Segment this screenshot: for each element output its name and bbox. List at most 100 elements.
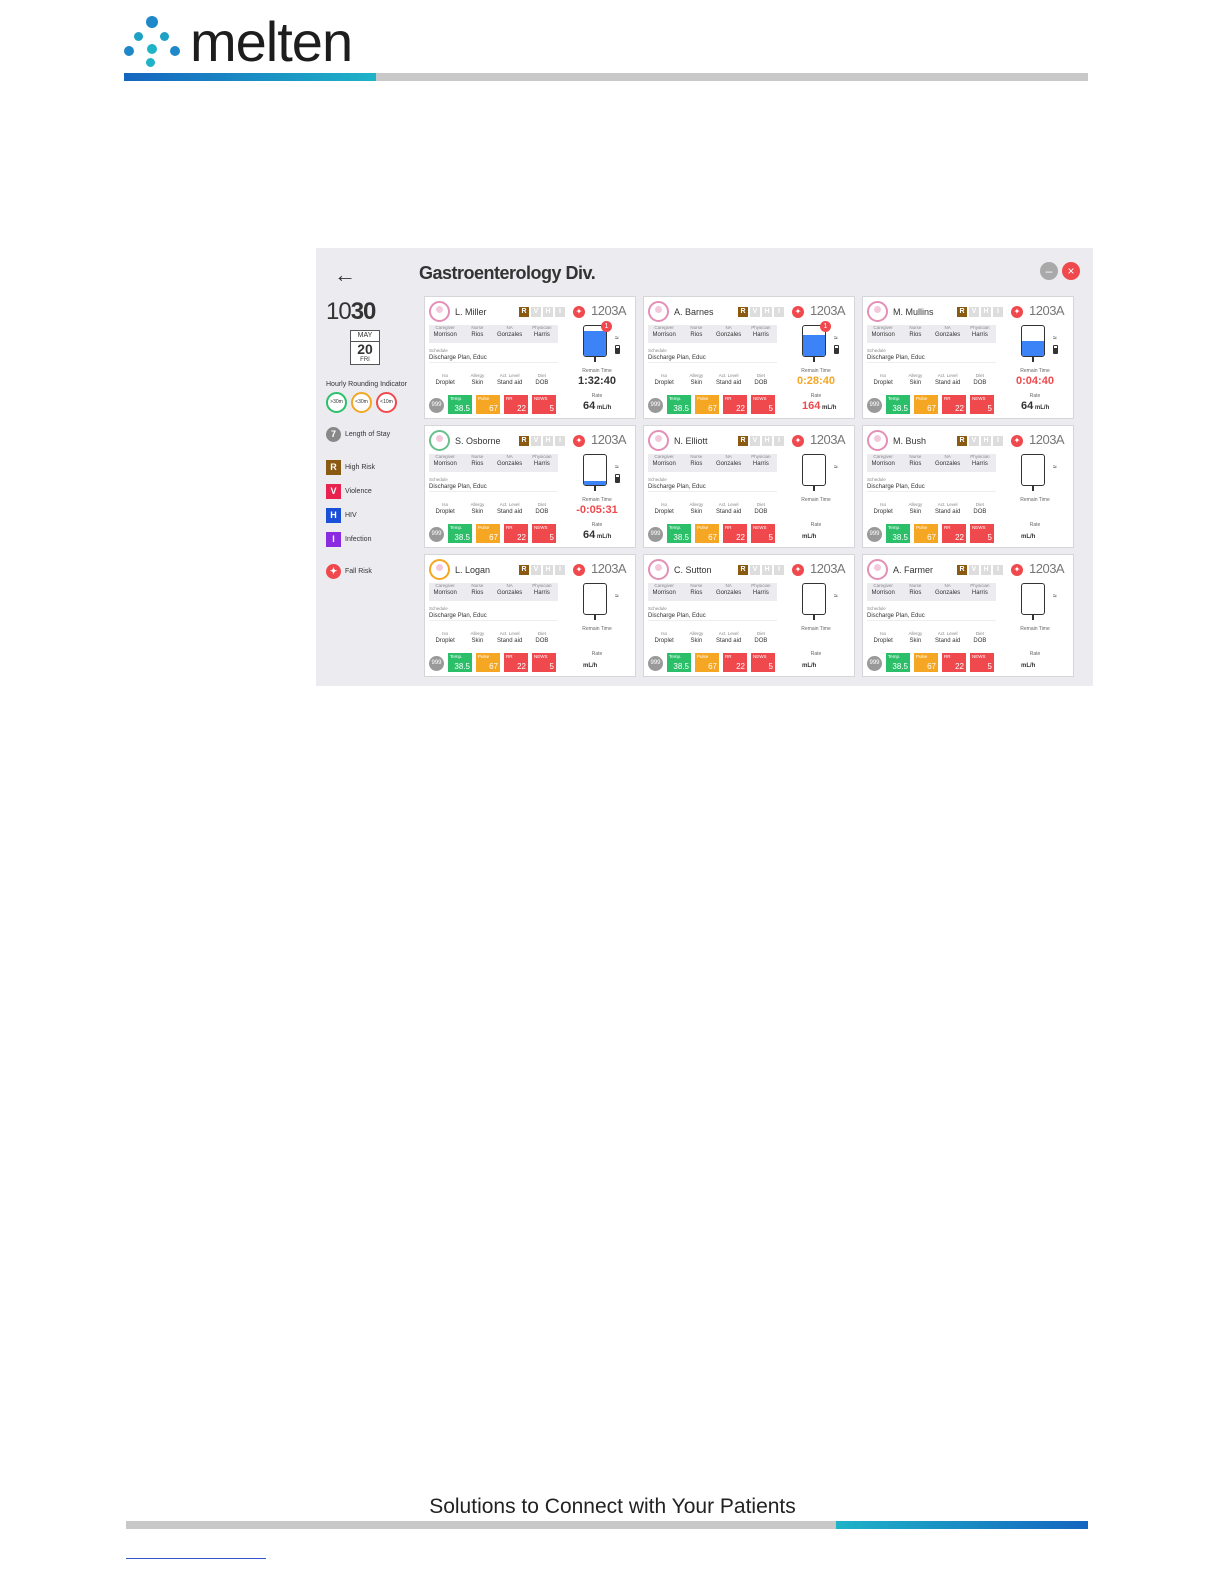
tag-hiv: H — [543, 307, 553, 317]
rate-value: 64 mL/h — [573, 529, 633, 541]
back-arrow-icon[interactable]: ← — [334, 262, 356, 288]
ring-green: >30m — [326, 392, 347, 413]
schedule-value: Discharge Plan, Educ — [648, 484, 706, 490]
pulse-box: Pulse 67 — [695, 653, 719, 672]
rate-value: 64 mL/h — [1011, 400, 1071, 412]
staff-row: Caregiver Morrison Nurse Rios NA Gonzales P… — [867, 583, 996, 601]
room-number: 1203A — [810, 432, 846, 447]
risk-tags: R V H I — [957, 565, 1003, 575]
rate-value: mL/h — [1011, 658, 1071, 670]
wifi-icon: ≈ — [1053, 335, 1057, 342]
act-value: Stand aid — [934, 638, 961, 644]
risk-tags: R V H I — [519, 565, 565, 575]
rr-label: RR — [944, 654, 951, 659]
news-label: NEWS — [753, 396, 767, 401]
patient-card[interactable]: M. Mullins R V H I ✦ 1203A Caregiver Morr… — [862, 296, 1074, 419]
rr-box: RR 22 — [504, 524, 528, 543]
temp-label: Temp. — [669, 396, 682, 401]
wifi-icon: ≈ — [834, 464, 838, 471]
schedule-value: Discharge Plan, Educ — [867, 613, 925, 619]
nurse-value: Rios — [690, 590, 703, 596]
remain-time-label: Remain Time — [801, 497, 831, 503]
legend-hiv: H HIV — [326, 508, 422, 523]
rr-value: 22 — [736, 662, 745, 671]
room-number: 1203A — [810, 303, 846, 318]
temp-label: Temp. — [888, 525, 901, 530]
rr-value: 22 — [736, 533, 745, 542]
vitals-row: 999 Temp. 38.5 Pulse 67 RR 22 NEWS 5 — [429, 395, 556, 414]
risk-tags: R V H I — [957, 307, 1003, 317]
temp-label: Temp. — [450, 396, 463, 401]
room-number: 1203A — [591, 303, 627, 318]
schedule: Schedule Discharge Plan, Educ — [867, 348, 996, 363]
legend-fall-risk: ✦ Fall Risk — [326, 564, 422, 579]
vitals-row: 999 Temp. 38.5 Pulse 67 RR 22 NEWS 5 — [648, 653, 775, 672]
news-value: 5 — [549, 404, 554, 413]
allergy-value: Skin — [471, 638, 484, 644]
battery-icon — [834, 345, 839, 354]
rate-value: mL/h — [792, 529, 852, 541]
temp-label: Temp. — [450, 654, 463, 659]
caregiver-value: Morrison — [433, 590, 457, 596]
close-button[interactable]: × — [1062, 262, 1080, 280]
act-value: Stand aid — [715, 509, 742, 515]
pulse-box: Pulse 67 — [914, 395, 938, 414]
na-value: Gonzales — [496, 590, 523, 596]
logo-text: melten — [190, 10, 353, 73]
patient-card[interactable]: A. Farmer R V H I ✦ 1203A Caregiver Morri… — [862, 554, 1074, 677]
minimize-button[interactable]: – — [1040, 262, 1058, 280]
schedule: Schedule Discharge Plan, Educ — [429, 348, 558, 363]
iv-bag-tip — [1032, 357, 1034, 362]
patient-card[interactable]: M. Bush R V H I ✦ 1203A Caregiver Morriso… — [862, 425, 1074, 548]
iso-value: Droplet — [873, 380, 893, 386]
iv-bag-tip — [594, 357, 596, 362]
pulse-label: Pulse — [478, 396, 490, 401]
calendar-weekday: FRI — [360, 357, 370, 363]
infection-icon: I — [326, 532, 341, 547]
risk-tags: R V H I — [738, 307, 784, 317]
rr-value: 22 — [517, 404, 526, 413]
remain-time-label: Remain Time — [582, 497, 612, 503]
ring-orange: <30m — [351, 392, 372, 413]
schedule: Schedule Discharge Plan, Educ — [867, 477, 996, 492]
iv-bag-icon — [1021, 325, 1045, 357]
los-badge: 999 — [648, 656, 663, 671]
allergy-value: Skin — [690, 638, 703, 644]
patient-card[interactable]: A. Barnes R V H I ✦ 1203A Caregiver Morri… — [643, 296, 855, 419]
schedule-value: Discharge Plan, Educ — [429, 613, 487, 619]
rr-label: RR — [944, 396, 951, 401]
iso-value: Droplet — [435, 638, 455, 644]
patient-card[interactable]: L. Logan R V H I ✦ 1203A Caregiver Morris… — [424, 554, 636, 677]
news-label: NEWS — [534, 396, 548, 401]
news-label: NEWS — [534, 525, 548, 530]
care-row: Iso Droplet Allergy Skin Act. Level Stand a… — [867, 502, 996, 516]
pulse-value: 67 — [489, 662, 498, 671]
hri-label: Hourly Rounding Indicator — [326, 381, 407, 388]
patient-card[interactable]: L. Miller R V H I ✦ 1203A Caregiver Morri… — [424, 296, 636, 419]
temp-box: Temp. 38.5 — [667, 653, 691, 672]
pulse-label: Pulse — [916, 396, 928, 401]
temp-value: 38.5 — [892, 533, 908, 542]
news-label: NEWS — [534, 654, 548, 659]
calendar: MAY 20 FRI — [350, 330, 380, 365]
los-badge: 999 — [867, 398, 882, 413]
melten-logo: melten — [124, 10, 353, 73]
patient-card[interactable]: N. Elliott R V H I ✦ 1203A Caregiver Morr… — [643, 425, 855, 548]
physician-value: Harris — [971, 332, 988, 338]
iso-value: Droplet — [654, 380, 674, 386]
patient-card[interactable]: C. Sutton R V H I ✦ 1203A Caregiver Morri… — [643, 554, 855, 677]
na-value: Gonzales — [715, 590, 742, 596]
nurse-value: Rios — [909, 590, 922, 596]
legend-infection: I Infection — [326, 532, 422, 547]
avatar-icon — [867, 559, 888, 580]
legend-label: Fall Risk — [345, 568, 372, 575]
patient-card[interactable]: S. Osborne R V H I ✦ 1203A Caregiver Morr… — [424, 425, 636, 548]
ring-red: <10m — [376, 392, 397, 413]
risk-tags: R V H I — [738, 436, 784, 446]
los-badge: 999 — [429, 527, 444, 542]
battery-icon — [615, 474, 620, 483]
remain-time-label: Remain Time — [801, 626, 831, 632]
iv-bag-icon — [802, 454, 826, 486]
legend-violence: V Violence — [326, 484, 422, 499]
staff-row: Caregiver Morrison Nurse Rios NA Gonzales P… — [648, 583, 777, 601]
